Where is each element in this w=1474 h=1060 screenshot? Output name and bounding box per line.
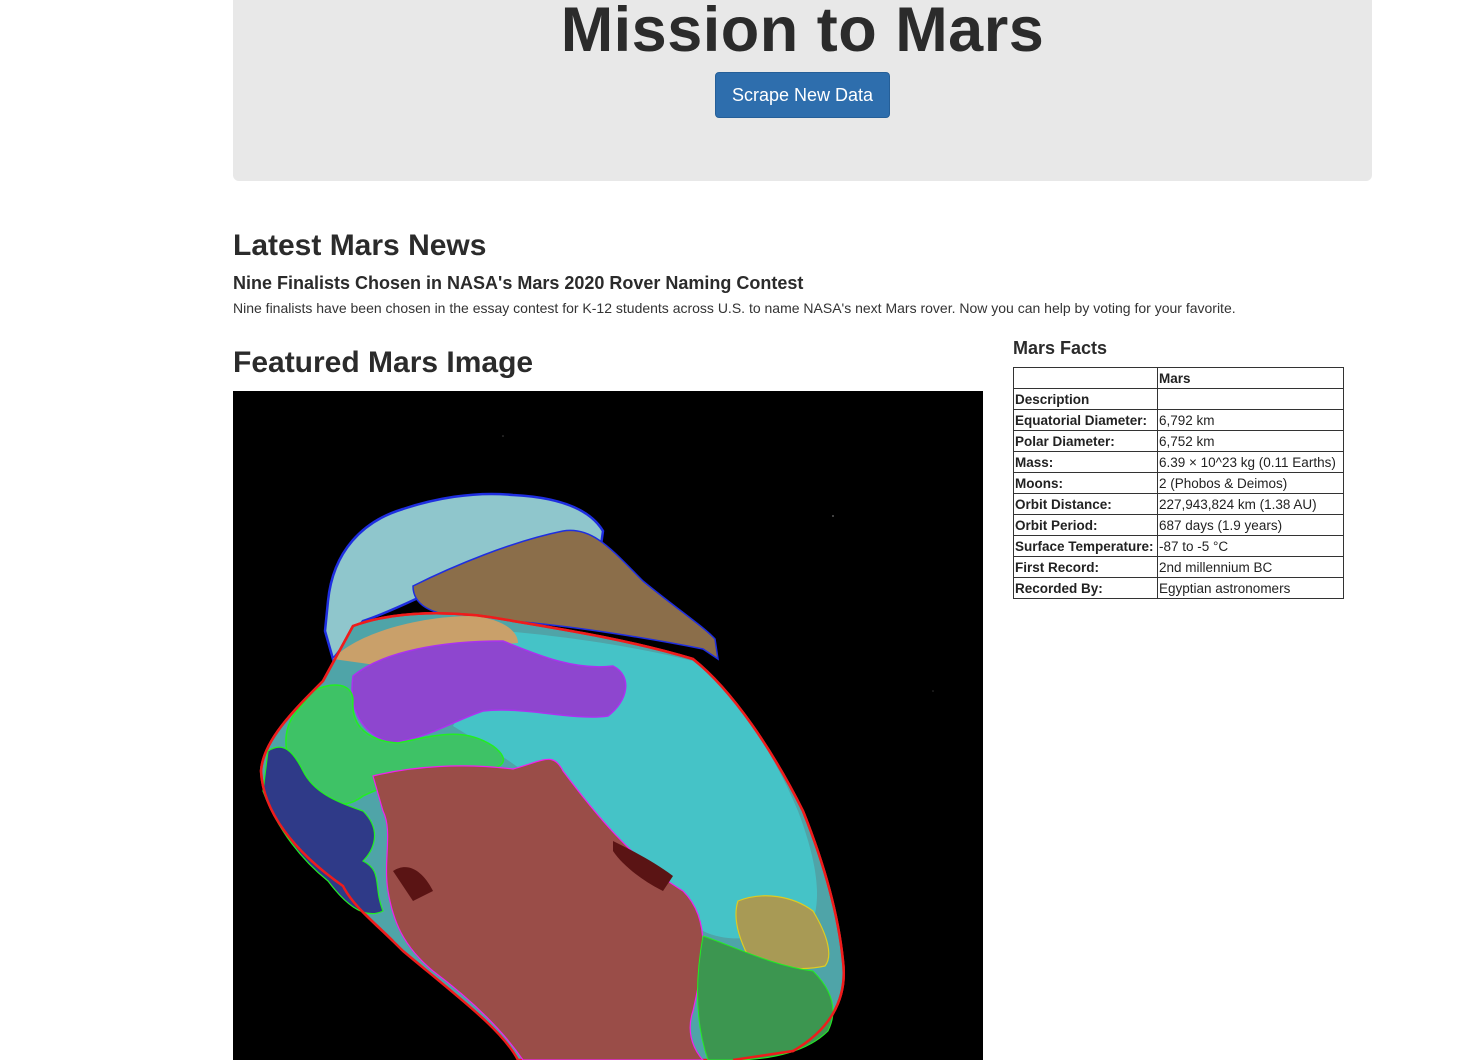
fact-label: Recorded By: [1013,577,1158,599]
featured-mars-image [233,391,983,1060]
fact-value: Egyptian astronomers [1157,577,1344,599]
fact-label: Equatorial Diameter: [1013,409,1158,431]
featured-image-heading: Featured Mars Image [233,346,534,379]
fact-value: 6,792 km [1157,409,1344,431]
table-row: Mass: 6.39 × 10^23 kg (0.11 Earths) [1013,451,1344,473]
fact-value: 6.39 × 10^23 kg (0.11 Earths) [1157,451,1344,473]
mars-facts-table: Mars Description Equatorial Diameter: 6,… [1013,367,1344,599]
fact-label: Orbit Period: [1013,514,1158,536]
fact-label: Surface Temperature: [1013,535,1158,557]
news-title: Nine Finalists Chosen in NASA's Mars 202… [233,273,804,293]
fact-label: Orbit Distance: [1013,493,1158,515]
table-row: Polar Diameter: 6,752 km [1013,430,1344,452]
fact-label: Moons: [1013,472,1158,494]
table-row: Description [1013,388,1344,410]
fact-label: Mass: [1013,451,1158,473]
page-title: Mission to Mars [560,0,1045,65]
fact-value [1157,388,1344,410]
table-row: Moons: 2 (Phobos & Deimos) [1013,472,1344,494]
fact-label: Description [1013,388,1158,410]
fact-label: Polar Diameter: [1013,430,1158,452]
table-header-empty [1013,367,1158,389]
table-row: Equatorial Diameter: 6,792 km [1013,409,1344,431]
fact-value: 687 days (1.9 years) [1157,514,1344,536]
table-header-mars: Mars [1157,367,1344,389]
fact-value: 227,943,824 km (1.38 AU) [1157,493,1344,515]
comet-region-map [233,391,983,1060]
mars-facts-heading: Mars Facts [1013,338,1108,358]
fact-value: 6,752 km [1157,430,1344,452]
news-paragraph: Nine finalists have been chosen in the e… [233,300,1236,316]
fact-value: 2 (Phobos & Deimos) [1157,472,1344,494]
scrape-new-data-button[interactable]: Scrape New Data [715,72,890,118]
jumbotron: Mission to Mars Scrape New Data [233,0,1372,181]
news-heading: Latest Mars News [233,229,487,262]
fact-value: -87 to -5 °C [1157,535,1344,557]
table-row: First Record: 2nd millennium BC [1013,556,1344,578]
fact-label: First Record: [1013,556,1158,578]
fact-value: 2nd millennium BC [1157,556,1344,578]
table-row: Orbit Distance: 227,943,824 km (1.38 AU) [1013,493,1344,515]
table-row: Orbit Period: 687 days (1.9 years) [1013,514,1344,536]
table-row: Surface Temperature: -87 to -5 °C [1013,535,1344,557]
table-row: Recorded By: Egyptian astronomers [1013,577,1344,599]
table-header-row: Mars [1013,367,1344,389]
